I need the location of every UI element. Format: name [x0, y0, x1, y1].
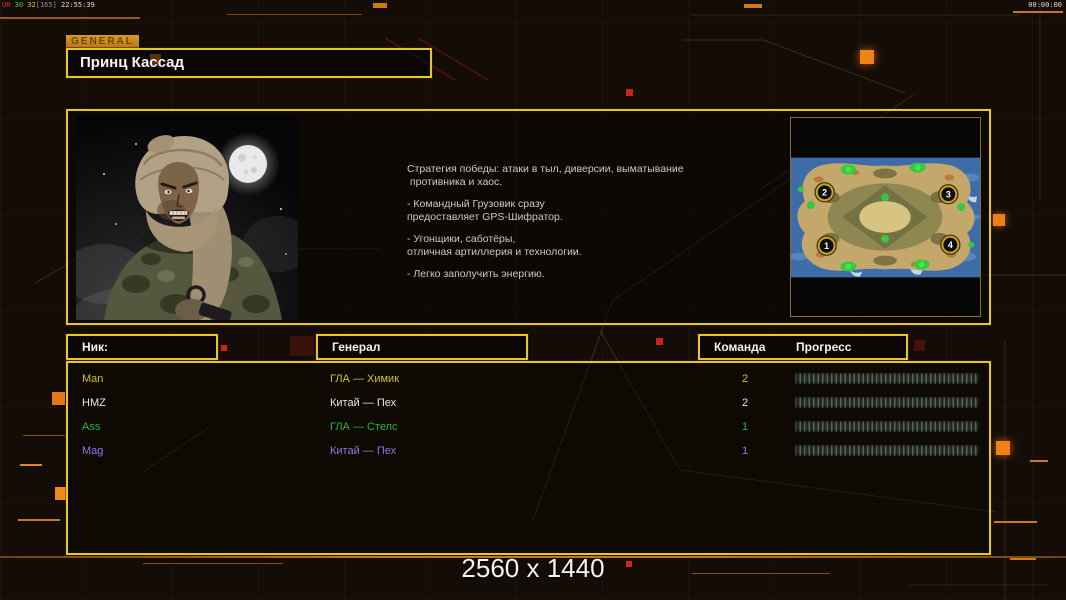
player-general: Китай — Пех [330, 445, 397, 457]
strategy-text: Стратегия победы: атаки в тыл, диверсии,… [407, 163, 737, 281]
lobby-loading-screen: UR 30 32[165] 22:55:39 00:00:00 GENERAL … [0, 0, 1066, 600]
svg-text:4: 4 [948, 240, 953, 250]
player-nick: Mag [82, 445, 104, 457]
decor-line [994, 521, 1037, 523]
player-progress-bar [794, 420, 980, 433]
stats-segment: 30 [10, 1, 24, 9]
general-tab-label: GENERAL [66, 35, 139, 48]
strategy-line: Стратегия победы: атаки в тыл, диверсии,… [407, 163, 684, 175]
decor-square [993, 214, 1005, 226]
player-general: ГЛА — Химик [330, 373, 400, 385]
decor-square [860, 50, 874, 64]
decor-line [1030, 460, 1048, 462]
player-team-number: 1 [741, 421, 749, 433]
strategy-line: - Легко заполучить энергию. [407, 268, 545, 280]
strategy-line: отличная артиллерия и технологии. [407, 246, 582, 258]
player-progress-bar [794, 444, 980, 457]
player-nick: Ass [82, 421, 101, 433]
decor-dash [744, 4, 762, 8]
decor-line [1010, 558, 1036, 560]
general-portrait [76, 114, 298, 320]
decor-line [0, 17, 140, 19]
decor-line [692, 573, 830, 574]
strategy-line [407, 259, 737, 268]
map-start-marker: 4 [940, 234, 961, 255]
strategy-line: предоставляет GPS-Шифратор. [407, 211, 563, 223]
player-team-number: 2 [741, 373, 749, 385]
map-preview: 1 2 3 4 [790, 117, 981, 317]
map-start-marker: 1 [816, 235, 837, 256]
decor-line [23, 435, 65, 436]
decor-line [1013, 11, 1063, 13]
general-info-panel: Стратегия победы: атаки в тыл, диверсии,… [66, 109, 991, 325]
decor-square [626, 561, 632, 567]
decor-line [20, 464, 42, 466]
decor-square [52, 392, 65, 405]
decor-line [18, 519, 60, 521]
stats-segment: 32 [23, 1, 36, 9]
strategy-line: - Командный Грузовик сразу [407, 198, 545, 210]
strategy-line: противника и хаос. [407, 176, 503, 188]
map-start-marker: 3 [938, 184, 959, 205]
svg-text:1: 1 [824, 241, 829, 251]
player-row: HMZ Китай — Пех 2 [68, 392, 989, 416]
resolution-label: 2560 x 1440 [461, 553, 605, 583]
decor-square [996, 441, 1010, 455]
player-row: Ass ГЛА — Стелс 1 [68, 416, 989, 440]
map-image: 1 2 3 4 [791, 157, 980, 278]
strategy-line: - Угонщики, саботёры, [407, 233, 516, 245]
decor-dash [373, 3, 387, 8]
decor-square [626, 89, 633, 96]
player-general: Китай — Пех [330, 397, 397, 409]
stats-segment: 22:55:39 [56, 1, 95, 9]
decor-square [221, 345, 227, 351]
player-nick: Man [82, 373, 104, 385]
gentool-stats-overlay: UR 30 32[165] 22:55:39 [2, 1, 95, 9]
column-header-nick: Ник: [66, 334, 218, 360]
decor-line [143, 563, 283, 564]
player-team-number: 1 [741, 445, 749, 457]
column-header-general: Генерал [316, 334, 528, 360]
stats-segment: [165] [35, 1, 57, 9]
svg-text:2: 2 [822, 188, 827, 198]
map-start-marker: 2 [814, 182, 835, 203]
players-panel: Man ГЛА — Химик 2 HMZ Китай — Пех 2 Ass ГЛА — С… [66, 361, 991, 555]
decor-square [290, 336, 314, 356]
player-row: Mag Китай — Пех 1 [68, 440, 989, 464]
decor-square [656, 338, 663, 345]
strategy-line [407, 189, 737, 198]
svg-text:3: 3 [946, 190, 951, 200]
player-team-number: 2 [741, 397, 749, 409]
strategy-line [407, 224, 737, 233]
player-row: Man ГЛА — Химик 2 [68, 368, 989, 392]
player-general: ГЛА — Стелс [330, 421, 398, 433]
match-timer: 00:00:00 [1028, 1, 1062, 9]
general-name-box: Принц Кассад [66, 48, 432, 78]
column-header-team-progress: Команда Прогресс [698, 334, 908, 360]
player-progress-bar [794, 372, 980, 385]
general-name: Принц Кассад [80, 54, 185, 71]
player-nick: HMZ [82, 397, 106, 409]
decor-line [227, 14, 362, 15]
player-progress-bar [794, 396, 980, 409]
decor-square [914, 340, 925, 351]
